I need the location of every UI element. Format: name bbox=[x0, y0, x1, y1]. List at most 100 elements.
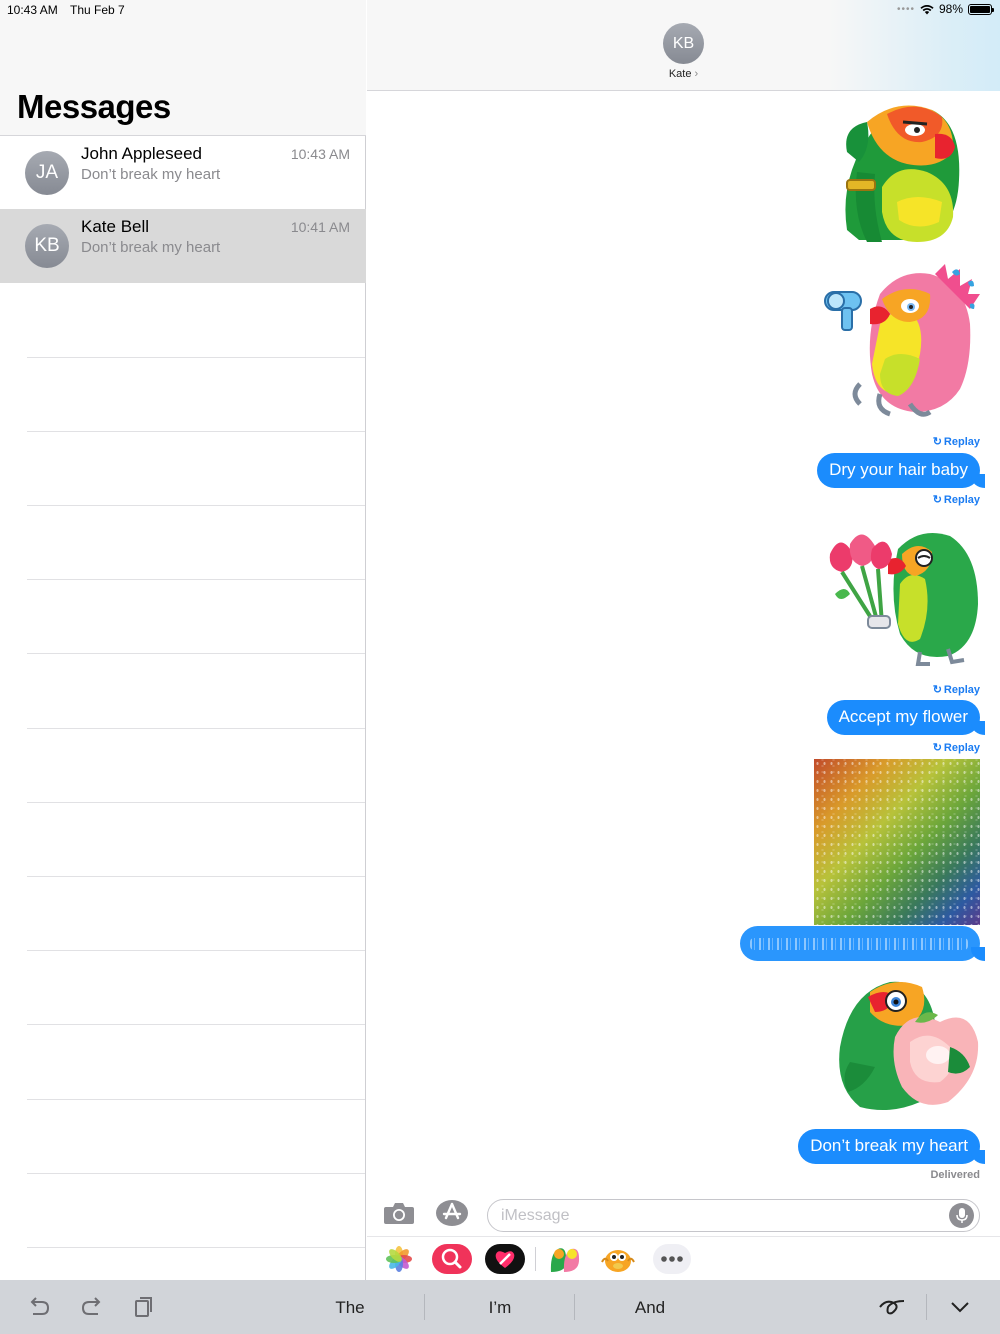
dismiss-keyboard-icon bbox=[951, 1302, 969, 1313]
parrot-peach-heart-sticker[interactable] bbox=[820, 967, 986, 1123]
keyboard-shortcut-bar: The I’m And bbox=[0, 1280, 1000, 1334]
contact-name-button[interactable]: Kate › bbox=[367, 68, 1000, 80]
empty-row-divider bbox=[27, 1099, 365, 1100]
replay-label: Replay bbox=[943, 683, 980, 696]
parrot-hairdryer-sticker[interactable] bbox=[820, 264, 986, 424]
message-input[interactable]: iMessage bbox=[487, 1199, 980, 1232]
empty-row-divider bbox=[27, 505, 365, 506]
app-store-button[interactable] bbox=[435, 1199, 469, 1227]
conversation-list: Messages JA John Appleseed Don’t break m… bbox=[0, 0, 366, 1280]
replay-icon: ↻ bbox=[932, 684, 942, 696]
redo-button[interactable] bbox=[77, 1294, 107, 1320]
replay-icon: ↻ bbox=[932, 494, 942, 506]
conversation-preview: Don’t break my heart bbox=[81, 239, 221, 256]
replay-button[interactable]: ↻ Replay bbox=[932, 435, 980, 449]
replay-icon: ↻ bbox=[932, 436, 942, 448]
empty-row-divider bbox=[27, 579, 365, 580]
replay-label: Replay bbox=[943, 741, 980, 754]
empty-row-divider bbox=[27, 728, 365, 729]
parrot-flowers-sticker[interactable] bbox=[820, 524, 986, 670]
avatar: KB bbox=[25, 224, 69, 268]
undo-button[interactable] bbox=[24, 1294, 54, 1320]
digital-touch-app-icon bbox=[485, 1244, 525, 1274]
digital-touch-app-button[interactable] bbox=[485, 1243, 525, 1275]
drawer-divider bbox=[535, 1247, 536, 1271]
compose-bar: iMessage bbox=[367, 1190, 1000, 1236]
empty-row-divider bbox=[27, 802, 365, 803]
more-apps-button[interactable] bbox=[652, 1243, 692, 1275]
replay-button[interactable]: ↻ Replay bbox=[933, 741, 980, 755]
empty-row-divider bbox=[27, 653, 365, 654]
conversation-row-kate[interactable]: KB Kate Bell Don’t break my heart 10:41 … bbox=[0, 209, 366, 283]
invisible-ink-photo[interactable] bbox=[814, 759, 980, 925]
chevron-right-icon: › bbox=[694, 68, 699, 80]
suggestion-im[interactable]: I’m bbox=[425, 1298, 575, 1318]
multitasking-dots-icon: •••• bbox=[896, 3, 915, 15]
wifi-icon bbox=[920, 4, 934, 14]
page-title: Messages bbox=[17, 88, 171, 125]
avatar: JA bbox=[25, 151, 69, 195]
contact-avatar[interactable]: KB bbox=[663, 23, 704, 64]
conversation-preview: Don’t break my heart bbox=[81, 166, 221, 183]
delivered-status: Delivered bbox=[930, 1169, 980, 1181]
images-search-app-icon bbox=[432, 1244, 472, 1274]
dismiss-keyboard-button[interactable] bbox=[945, 1294, 975, 1320]
conversation-name: John Appleseed bbox=[81, 144, 202, 163]
status-right: •••• 98% bbox=[896, 2, 994, 16]
message-transcript[interactable]: ↻ Replay Dry your hair baby ↻ Replay ↻ R… bbox=[367, 92, 1000, 1190]
undo-icon bbox=[30, 1297, 50, 1315]
toolbar-divider bbox=[926, 1294, 927, 1320]
sparkle-overlay bbox=[814, 759, 980, 925]
invisible-ink-bubble[interactable] bbox=[740, 926, 985, 961]
conversation-time: 10:41 AM bbox=[290, 219, 350, 235]
paste-icon bbox=[135, 1297, 152, 1317]
battery-icon bbox=[968, 3, 994, 15]
photos-app-button[interactable] bbox=[379, 1243, 419, 1275]
conversation-name: Kate Bell bbox=[81, 217, 150, 236]
microphone-icon bbox=[955, 1207, 968, 1223]
status-time: 10:43 AM bbox=[7, 3, 58, 17]
redo-icon bbox=[81, 1297, 101, 1315]
replay-label: Replay bbox=[943, 435, 980, 448]
conversation-time: 10:43 AM bbox=[290, 146, 350, 162]
parrot-sticker-pack-button[interactable] bbox=[545, 1243, 585, 1275]
empty-row-divider bbox=[27, 1024, 365, 1025]
empty-row-divider bbox=[27, 876, 365, 877]
parrot-sticker-pack-icon bbox=[550, 1248, 580, 1272]
app-drawer bbox=[367, 1236, 1000, 1280]
camera-icon bbox=[384, 1203, 414, 1224]
message-bubble[interactable]: Don’t break my heart bbox=[798, 1129, 985, 1164]
images-search-app-button[interactable] bbox=[432, 1243, 472, 1275]
replay-button[interactable]: ↻ Replay bbox=[932, 683, 980, 697]
status-date: Thu Feb 7 bbox=[70, 3, 125, 17]
messages-app: 10:43 AM Thu Feb 7 •••• 98% Messages JA … bbox=[0, 0, 1000, 1334]
status-bar: 10:43 AM Thu Feb 7 •••• 98% bbox=[0, 0, 1000, 20]
suggestion-the[interactable]: The bbox=[275, 1298, 425, 1318]
empty-row-divider bbox=[27, 950, 365, 951]
suggestion-and[interactable]: And bbox=[575, 1298, 725, 1318]
battery-percent: 98% bbox=[938, 2, 963, 16]
photos-app-icon bbox=[386, 1246, 412, 1272]
empty-row-divider bbox=[27, 431, 365, 432]
animoji-app-icon bbox=[601, 1250, 635, 1272]
contact-name: Kate bbox=[668, 68, 692, 80]
handwriting-button[interactable] bbox=[877, 1294, 907, 1320]
empty-row-divider bbox=[27, 1247, 365, 1248]
parrot-saluting-sticker[interactable] bbox=[827, 92, 973, 252]
handwriting-icon bbox=[879, 1300, 905, 1315]
replay-button[interactable]: ↻ Replay bbox=[932, 493, 980, 507]
message-bubble[interactable]: Accept my flower bbox=[826, 700, 986, 735]
message-bubble[interactable]: Dry your hair baby bbox=[817, 453, 985, 488]
more-apps-icon bbox=[653, 1244, 691, 1274]
app-store-icon bbox=[436, 1200, 468, 1226]
empty-row-divider bbox=[27, 357, 365, 358]
replay-label: Replay bbox=[943, 493, 980, 506]
sidebar-header: Messages bbox=[0, 0, 366, 136]
dictation-button[interactable] bbox=[949, 1203, 974, 1228]
message-placeholder: iMessage bbox=[501, 1207, 570, 1224]
conversation-row-john[interactable]: JA John Appleseed Don’t break my heart 1… bbox=[0, 136, 366, 210]
empty-row-divider bbox=[27, 1173, 365, 1174]
animoji-app-button[interactable] bbox=[598, 1243, 638, 1275]
camera-button[interactable] bbox=[383, 1200, 415, 1226]
paste-button[interactable] bbox=[129, 1294, 159, 1320]
